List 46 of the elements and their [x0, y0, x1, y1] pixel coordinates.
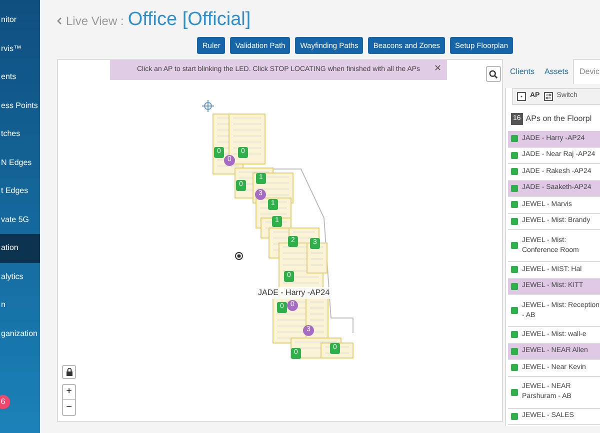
ap-status-icon [511, 412, 518, 420]
location-dot-icon [235, 252, 243, 260]
ap-status-icon [511, 348, 518, 355]
notification-badge: 6 [0, 395, 10, 409]
ap-status-icon [511, 266, 518, 274]
sidebar-item[interactable]: ents [0, 63, 40, 92]
ap-status-icon [511, 364, 518, 372]
sidebar-item[interactable]: ess Points [0, 92, 40, 120]
search-icon [489, 70, 498, 78]
ap-status-icon [511, 331, 518, 338]
ap-status-icon [511, 135, 518, 142]
panel-tab[interactable]: Assets [539, 59, 574, 84]
zoom-in-button[interactable]: + [63, 385, 75, 400]
sidebar-item[interactable]: t Edges [0, 177, 40, 206]
crosshair-icon[interactable] [202, 100, 214, 112]
panel-tab[interactable]: Clients [505, 59, 540, 84]
list-heading: APs on the Floorpl [526, 113, 592, 125]
ap-status-icon [511, 201, 518, 208]
switch-icon [544, 92, 553, 101]
back-chevron-icon[interactable] [57, 17, 62, 25]
lock-button[interactable] [62, 365, 76, 379]
ap-status-icon [511, 388, 518, 396]
panel-tab[interactable]: Devic [573, 59, 600, 84]
sidebar-item[interactable]: vate 5G [0, 206, 40, 234]
page-title: Office [Official] [128, 8, 251, 32]
zoom-out-button[interactable]: − [63, 400, 75, 415]
ap-status-icon [511, 184, 518, 192]
sidebar-item[interactable]: N Edges [0, 148, 40, 177]
sidebar-item[interactable]: nitor [0, 6, 40, 34]
ap-icon [517, 92, 526, 101]
ap-status-icon [511, 152, 518, 159]
sidebar-item[interactable]: ganization [0, 320, 40, 348]
ap-status-icon [511, 282, 518, 290]
ap-status-icon [511, 242, 518, 249]
ap-status-icon [511, 168, 518, 176]
close-button[interactable]: ✕ [434, 64, 442, 73]
sidebar-item[interactable]: rvis™ [0, 34, 40, 63]
sidebar-item[interactable]: ation [0, 234, 40, 262]
search-button[interactable] [486, 66, 501, 82]
ap-status-icon [511, 307, 518, 314]
lock-icon [66, 368, 72, 376]
sidebar-item[interactable]: tches [0, 120, 40, 148]
sidebar-item[interactable]: alytics [0, 262, 40, 291]
ap-label: JADE - Harry -AP24 [258, 287, 330, 299]
sidebar-item[interactable]: n [0, 291, 40, 320]
ap-status-icon [511, 218, 518, 225]
